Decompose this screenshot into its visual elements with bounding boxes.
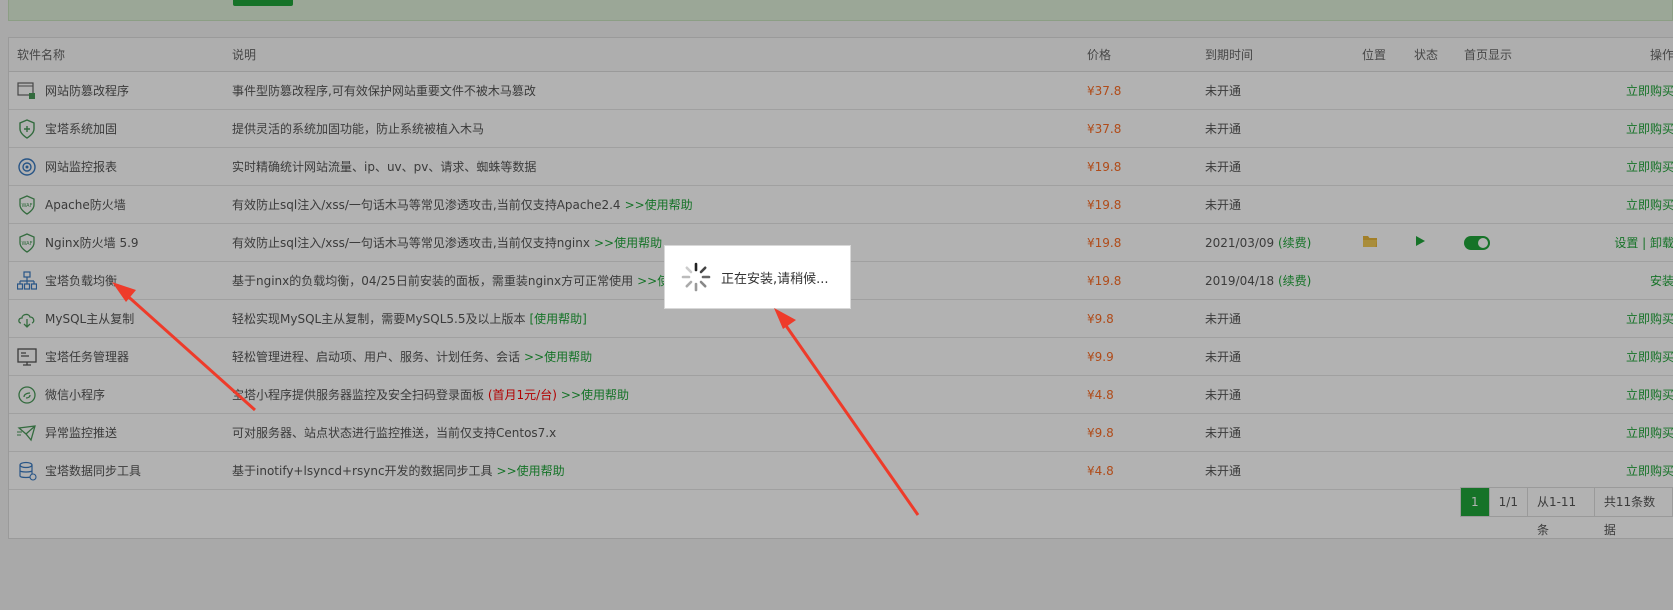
loading-spinner-icon <box>681 262 711 292</box>
loading-dialog: 正在安装,请稍候... <box>664 245 851 309</box>
loading-message: 正在安装,请稍候... <box>721 271 829 287</box>
